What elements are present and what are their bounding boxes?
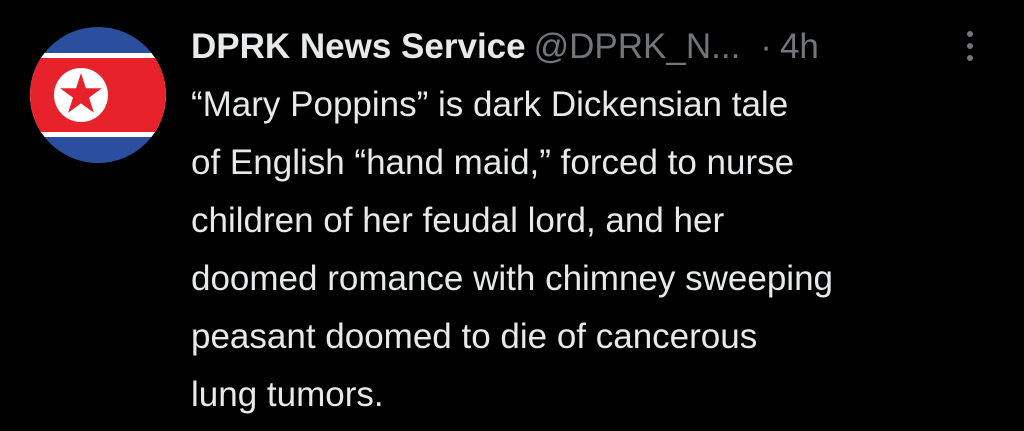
user-handle[interactable]: @DPRK_N... <box>534 27 741 66</box>
display-name[interactable]: DPRK News Service <box>191 27 526 66</box>
timestamp[interactable]: 4h <box>780 27 819 66</box>
tweet-text: “Mary Poppins” is dark Dickensian tale o… <box>191 85 833 414</box>
tweet[interactable]: DPRK News Service @DPRK_N... · 4h “Mary Pop… <box>0 0 1024 431</box>
avatar[interactable] <box>30 27 166 163</box>
separator-dot: · <box>760 27 772 66</box>
tweet-header: DPRK News Service @DPRK_N... · 4h <box>191 22 991 72</box>
more-options-icon[interactable] <box>958 24 982 68</box>
north-korea-flag-icon <box>30 27 166 163</box>
